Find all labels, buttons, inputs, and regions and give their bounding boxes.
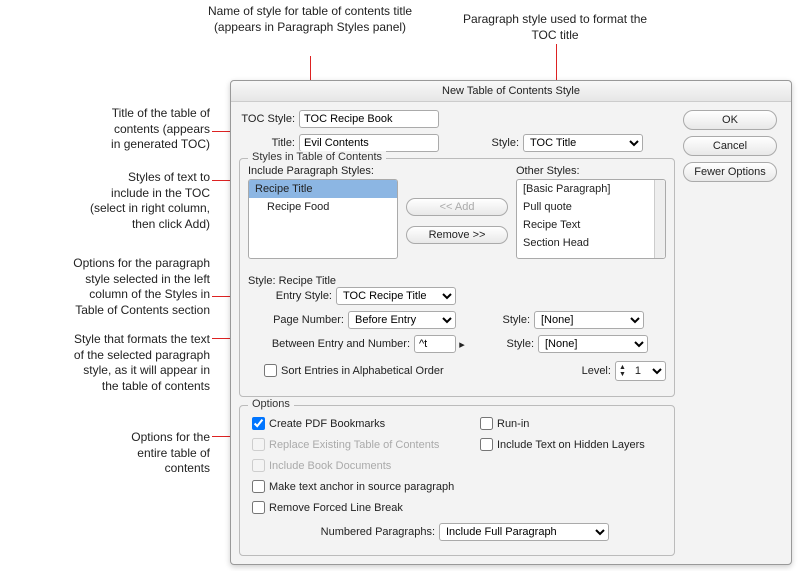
between-input[interactable] <box>414 335 456 353</box>
toc-style-label: TOC Style: <box>239 113 295 125</box>
page-number-label: Page Number: <box>260 314 344 326</box>
options-section: Options Create PDF Bookmarks Replace Exi… <box>239 405 675 556</box>
title-input[interactable] <box>299 134 439 152</box>
chevron-down-icon[interactable]: ▼ <box>616 371 629 378</box>
chevron-up-icon[interactable]: ▲ <box>616 364 629 371</box>
annotation-paragraph-style-title: Paragraph style used to format the TOC t… <box>450 12 660 43</box>
remove-break-checkbox[interactable] <box>252 501 265 514</box>
title-style-label: Style: <box>459 137 519 149</box>
level-stepper[interactable]: ▲▼ 1 <box>615 361 666 381</box>
annotation-entry-style: Style that formats the text of the selec… <box>6 332 210 394</box>
dialog-new-toc-style: New Table of Contents Style TOC Style: T… <box>230 80 792 565</box>
scrollbar[interactable] <box>654 180 665 258</box>
list-item[interactable]: Pull quote <box>517 198 665 216</box>
include-styles-label: Include Paragraph Styles: <box>248 165 398 177</box>
ok-button[interactable]: OK <box>683 110 777 130</box>
remove-button[interactable]: Remove >> <box>406 226 508 244</box>
list-item[interactable]: [Basic Paragraph] <box>517 180 665 198</box>
sort-alpha-checkbox[interactable] <box>264 364 277 377</box>
annotation-options: Options for the entire table of contents <box>68 430 210 477</box>
pdf-bookmarks-label: Create PDF Bookmarks <box>269 418 385 430</box>
selected-style-label: Style: Recipe Title <box>248 275 666 287</box>
include-book-label: Include Book Documents <box>269 460 391 472</box>
pdf-bookmarks-checkbox[interactable] <box>252 417 265 430</box>
page-number-style-select[interactable]: [None] <box>534 311 644 329</box>
styles-in-toc-legend: Styles in Table of Contents <box>248 151 386 163</box>
add-button[interactable]: << Add <box>406 198 508 216</box>
cancel-button[interactable]: Cancel <box>683 136 777 156</box>
sort-alpha-label: Sort Entries in Alphabetical Order <box>281 365 444 377</box>
annotation-include-styles: Styles of text to include in the TOC (se… <box>24 170 210 232</box>
replace-toc-checkbox <box>252 438 265 451</box>
page-number-select[interactable]: Before Entry <box>348 311 456 329</box>
page-number-style-label: Style: <box>470 314 530 326</box>
anchor-label: Make text anchor in source paragraph <box>269 481 454 493</box>
runin-checkbox[interactable] <box>480 417 493 430</box>
other-styles-list[interactable]: [Basic Paragraph] Pull quote Recipe Text… <box>516 179 666 259</box>
hidden-layers-checkbox[interactable] <box>480 438 493 451</box>
entry-style-label: Entry Style: <box>260 290 332 302</box>
between-style-label: Style: <box>474 338 534 350</box>
numbered-para-label: Numbered Paragraphs: <box>305 526 435 538</box>
options-legend: Options <box>248 398 294 410</box>
list-item[interactable]: Section Head <box>517 234 665 252</box>
styles-in-toc-section: Styles in Table of Contents Include Para… <box>239 158 675 397</box>
other-styles-label: Other Styles: <box>516 165 666 177</box>
title-label: Title: <box>239 137 295 149</box>
toc-style-input[interactable] <box>299 110 439 128</box>
hidden-layers-label: Include Text on Hidden Layers <box>497 439 645 451</box>
between-label: Between Entry and Number: <box>260 338 410 350</box>
list-item[interactable]: Recipe Text <box>517 216 665 234</box>
numbered-para-select[interactable]: Include Full Paragraph <box>439 523 609 541</box>
runin-label: Run-in <box>497 418 529 430</box>
fewer-options-button[interactable]: Fewer Options <box>683 162 777 182</box>
annotation-entry-options: Options for the paragraph style selected… <box>6 256 210 318</box>
list-item[interactable]: Recipe Title <box>249 180 397 198</box>
include-styles-list[interactable]: Recipe Title Recipe Food <box>248 179 398 259</box>
list-item[interactable]: Recipe Food <box>249 198 397 216</box>
level-value: 1 <box>629 365 647 377</box>
title-style-select[interactable]: TOC Title <box>523 134 643 152</box>
level-select[interactable] <box>647 363 665 379</box>
annotation-toc-style-name: Name of style for table of contents titl… <box>200 4 420 35</box>
entry-style-select[interactable]: TOC Recipe Title <box>336 287 456 305</box>
replace-toc-label: Replace Existing Table of Contents <box>269 439 439 451</box>
remove-break-label: Remove Forced Line Break <box>269 502 403 514</box>
dialog-title: New Table of Contents Style <box>231 81 791 102</box>
include-book-checkbox <box>252 459 265 472</box>
level-label: Level: <box>561 365 611 377</box>
flyout-icon[interactable]: ▸ <box>456 338 468 351</box>
annotation-title: Title of the table of contents (appears … <box>30 106 210 153</box>
between-style-select[interactable]: [None] <box>538 335 648 353</box>
anchor-checkbox[interactable] <box>252 480 265 493</box>
